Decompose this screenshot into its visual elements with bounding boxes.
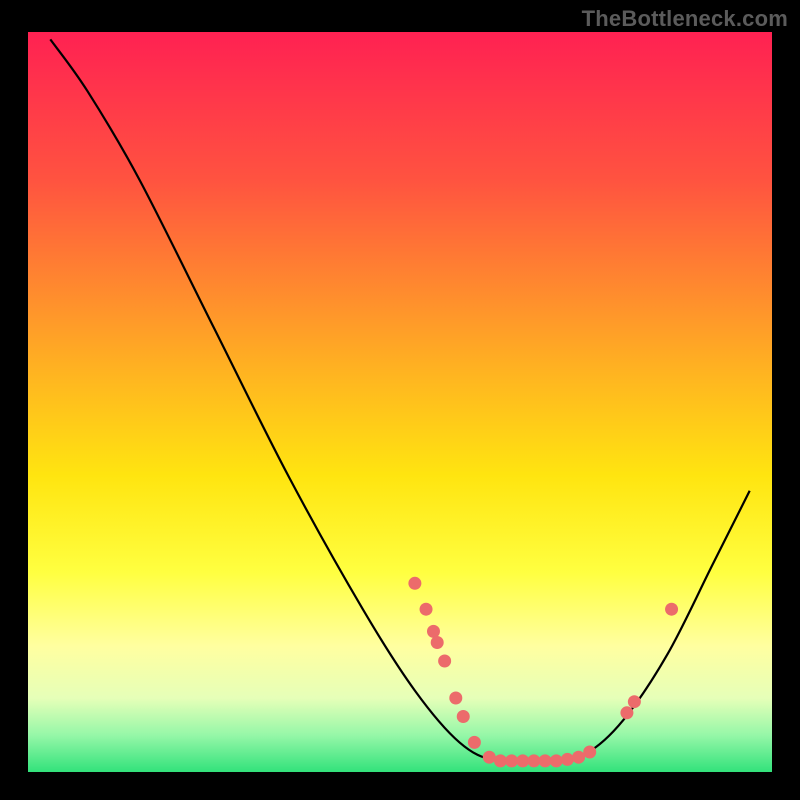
data-marker xyxy=(665,603,678,616)
data-marker xyxy=(561,753,574,766)
data-marker xyxy=(431,636,444,649)
data-marker xyxy=(483,751,496,764)
data-marker xyxy=(457,710,470,723)
data-marker xyxy=(438,655,451,668)
data-marker xyxy=(494,754,507,767)
data-marker xyxy=(628,695,641,708)
data-marker xyxy=(572,751,585,764)
data-marker xyxy=(427,625,440,638)
data-marker xyxy=(527,754,540,767)
data-marker xyxy=(516,754,529,767)
watermark-text: TheBottleneck.com xyxy=(582,6,788,32)
data-marker xyxy=(505,754,518,767)
data-marker xyxy=(583,746,596,759)
plot-background xyxy=(28,32,772,772)
data-marker xyxy=(620,706,633,719)
data-marker xyxy=(449,692,462,705)
data-marker xyxy=(468,736,481,749)
bottleneck-chart xyxy=(0,0,800,800)
data-marker xyxy=(420,603,433,616)
data-marker xyxy=(408,577,421,590)
data-marker xyxy=(539,754,552,767)
data-marker xyxy=(550,754,563,767)
chart-stage: TheBottleneck.com xyxy=(0,0,800,800)
